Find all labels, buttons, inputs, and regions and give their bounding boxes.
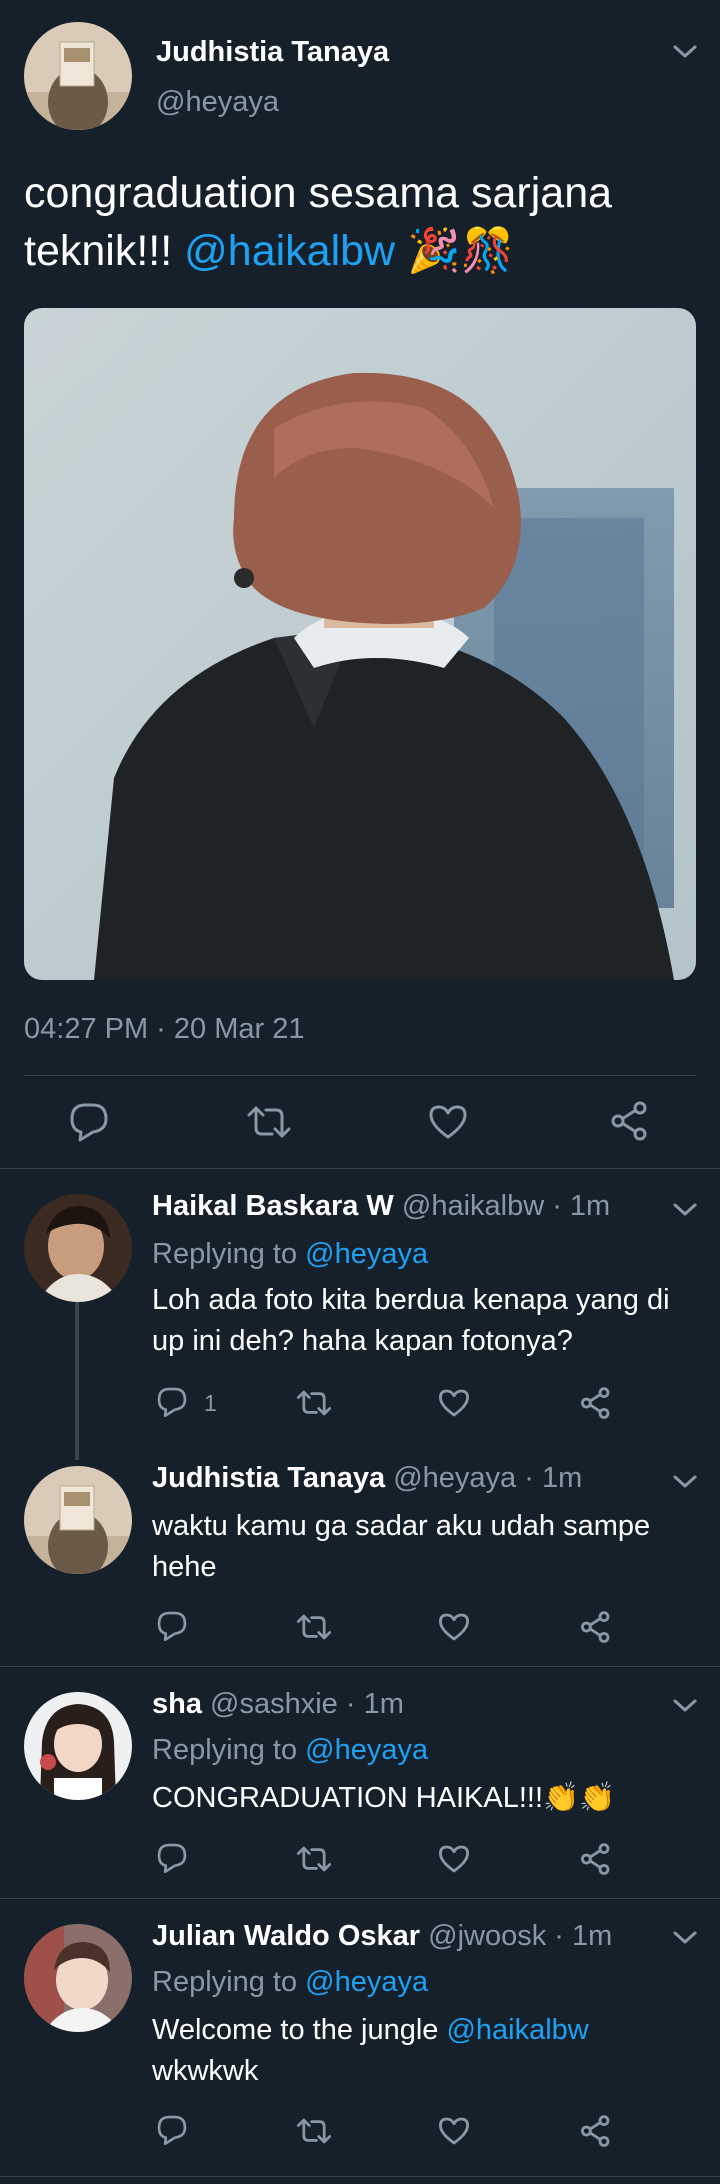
replying-handle[interactable]: @heyaya (305, 1238, 428, 1270)
author-name[interactable]: Judhistia Tanaya (152, 1462, 385, 1494)
replying-handle[interactable]: @heyaya (305, 1966, 428, 1998)
tweet-photo[interactable] (24, 308, 696, 980)
avatar[interactable] (24, 1466, 132, 1574)
reply-time: · 1m (524, 1462, 583, 1494)
author-name[interactable]: Julian Waldo Oskar (152, 1920, 420, 1952)
author-handle[interactable]: @sashxie (210, 1688, 338, 1720)
reply-text: waktu kamu ga sadar aku udah sampe hehe (152, 1510, 651, 1583)
reply-time: · 1m (552, 1190, 611, 1222)
thread-line (75, 1302, 79, 1460)
chevron-down-icon[interactable] (670, 1200, 700, 1220)
divider (0, 1168, 720, 1169)
replying-label: Replying to (152, 1734, 306, 1766)
tweet-timestamp: 04:27 PM · 20 Mar 21 (24, 1013, 305, 1045)
reply-header: sha @sashxie · 1m (152, 1688, 404, 1721)
chevron-down-icon[interactable] (670, 1928, 700, 1948)
replying-label: Replying to (152, 1238, 306, 1270)
author-name[interactable]: Judhistia Tanaya (156, 36, 389, 69)
mention-link[interactable]: @haikalbw (446, 2014, 588, 2046)
share-icon[interactable] (580, 2114, 612, 2148)
replying-label: Replying to (152, 1966, 306, 1998)
like-icon[interactable] (438, 1844, 470, 1874)
share-icon[interactable] (580, 1386, 612, 1420)
reply-icon[interactable] (156, 1610, 188, 1642)
author-handle[interactable]: @haikalbw (402, 1190, 544, 1222)
reply-header: Julian Waldo Oskar @jwoosk · 1m (152, 1920, 612, 1953)
reply-icon[interactable] (156, 1386, 188, 1418)
reply-icon[interactable] (156, 1842, 188, 1874)
divider (0, 2176, 720, 2177)
like-icon[interactable] (438, 2116, 470, 2146)
like-icon[interactable] (438, 1612, 470, 1642)
replying-to: Replying to @heyaya (152, 1966, 428, 1999)
like-icon[interactable] (438, 1388, 470, 1418)
avatar[interactable] (24, 1924, 132, 2032)
emoji: 🎉🎊 (407, 227, 515, 275)
reply-header: Judhistia Tanaya @heyaya · 1m (152, 1462, 582, 1495)
divider (0, 1898, 720, 1899)
chevron-down-icon[interactable] (670, 1696, 700, 1716)
chevron-down-icon[interactable] (670, 42, 700, 62)
reply-body: CONGRADUATION HAIKAL!!! (152, 1782, 544, 1814)
reply-body: Welcome to the jungle (152, 2014, 447, 2046)
retweet-icon[interactable] (246, 1104, 292, 1140)
chevron-down-icon[interactable] (670, 1472, 700, 1492)
avatar[interactable] (24, 22, 132, 130)
reply-count: 1 (204, 1390, 217, 1416)
retweet-icon[interactable] (296, 1844, 332, 1874)
tweet-text: congraduation sesama sarjana teknik!!! @… (24, 164, 694, 280)
divider (0, 1666, 720, 1667)
retweet-icon[interactable] (296, 1388, 332, 1418)
replying-to: Replying to @heyaya (152, 1238, 428, 1271)
author-name[interactable]: sha (152, 1688, 202, 1720)
reply-text: Loh ada foto kita berdua kenapa yang di … (152, 1284, 670, 1357)
like-icon[interactable] (428, 1104, 468, 1140)
replying-handle[interactable]: @heyaya (305, 1734, 428, 1766)
author-handle[interactable]: @heyaya (156, 86, 279, 119)
share-icon[interactable] (610, 1100, 650, 1142)
divider (24, 1075, 696, 1076)
reply-time: · 1m (345, 1688, 404, 1720)
avatar[interactable] (24, 1194, 132, 1302)
avatar[interactable] (24, 1692, 132, 1800)
reply-time: · 1m (554, 1920, 613, 1952)
author-name[interactable]: Haikal Baskara W (152, 1190, 394, 1222)
share-icon[interactable] (580, 1842, 612, 1876)
reply-text: CONGRADUATION HAIKAL!!!👏👏 (152, 1778, 700, 1819)
emoji: 👏👏 (543, 1782, 616, 1814)
retweet-icon[interactable] (296, 1612, 332, 1642)
reply-icon[interactable] (68, 1102, 110, 1142)
author-handle[interactable]: @heyaya (393, 1462, 516, 1494)
reply-header: Haikal Baskara W @haikalbw · 1m (152, 1190, 610, 1223)
share-icon[interactable] (580, 1610, 612, 1644)
retweet-icon[interactable] (296, 2116, 332, 2146)
reply-icon[interactable] (156, 2114, 188, 2146)
reply-body-end: wkwkwk (152, 2055, 259, 2087)
replying-to: Replying to @heyaya (152, 1734, 428, 1767)
mention-link[interactable]: @haikalbw (184, 227, 395, 275)
author-handle[interactable]: @jwoosk (428, 1920, 546, 1952)
reply-text: Welcome to the jungle @haikalbw wkwkwk (152, 2010, 700, 2092)
